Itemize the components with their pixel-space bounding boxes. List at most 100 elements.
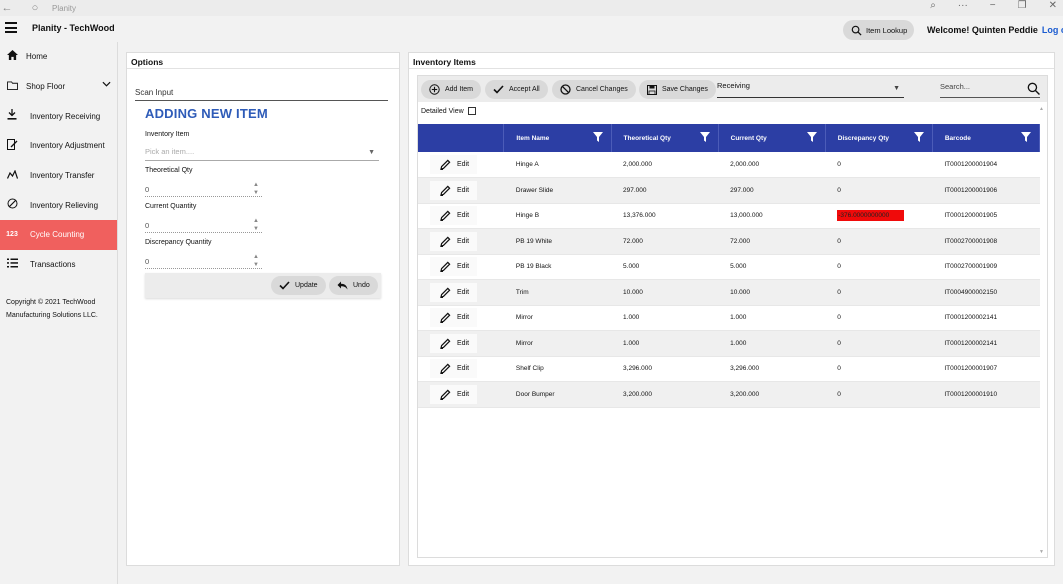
table-row[interactable]: Edit Drawer Slide 297.000 297.000 0 IT0001200… — [418, 177, 1040, 204]
cancel-icon — [560, 84, 571, 95]
adjust-icon — [0, 138, 24, 153]
scroll-down-icon[interactable]: ▼ — [1039, 549, 1044, 555]
barcode-cell: IT0001200001910 — [932, 381, 1040, 408]
inventory-item-select[interactable]: Pick an item.... ▼ — [145, 147, 379, 161]
sidebar-item-label: Inventory Transfer — [30, 171, 95, 181]
welcome-label: Welcome! Quinten Peddie — [927, 25, 1038, 35]
maximize-button[interactable]: ❐ — [1018, 0, 1027, 11]
table-row[interactable]: Edit Hinge A 2,000.000 2,000.000 0 IT00012000… — [418, 152, 1040, 178]
hamburger-menu-icon[interactable] — [5, 22, 17, 36]
accept-all-button[interactable]: Accept All — [485, 80, 548, 99]
discrepancy-quantity-stepper[interactable]: ▲ ▼ — [253, 253, 259, 269]
edit-button[interactable]: Edit — [430, 155, 478, 174]
filter-icon[interactable] — [1021, 132, 1031, 144]
pencil-icon — [440, 159, 451, 170]
update-button[interactable]: Update — [271, 276, 326, 295]
table-row[interactable]: Edit Trim 10.000 10.000 0 IT0004900002150 — [418, 279, 1040, 306]
column-header-theoretical-qty[interactable]: Theoretical Qty — [611, 124, 719, 152]
sidebar-item-transactions[interactable]: Transactions — [0, 250, 117, 280]
edit-button[interactable]: Edit — [430, 257, 478, 277]
logout-link[interactable]: Log out — [1042, 25, 1063, 35]
sidebar-item-inventory-receiving[interactable]: Inventory Receiving — [0, 101, 117, 131]
edit-label: Edit — [457, 314, 470, 322]
filter-icon[interactable] — [699, 132, 710, 144]
table-row[interactable]: Edit PB 19 Black 5.000 5.000 0 IT000270000190… — [418, 254, 1040, 280]
table-row[interactable]: Edit Shelf Clip 3,296.000 3,296.000 0 IT00012… — [418, 356, 1040, 382]
edit-button[interactable]: Edit — [430, 308, 478, 328]
sidebar-item-inventory-transfer[interactable]: Inventory Transfer — [0, 161, 117, 191]
detailed-view-checkbox[interactable] — [467, 107, 476, 115]
filter-icon[interactable] — [913, 132, 924, 144]
edit-button[interactable]: Edit — [430, 231, 478, 251]
sidebar-item-inventory-relieving[interactable]: Inventory Relieving — [0, 190, 117, 220]
sidebar-item-cycle-counting[interactable]: 123 Cycle Counting — [0, 220, 117, 250]
scroll-up-icon[interactable]: ▲ — [1039, 106, 1044, 112]
more-icon[interactable]: ··· — [958, 0, 968, 11]
discrepancy-qty-cell: 0 — [825, 177, 933, 204]
table-row[interactable]: Edit Door Bumper 3,200.000 3,200.000 0 IT0001… — [418, 381, 1040, 408]
cancel-changes-button[interactable]: Cancel Changes — [552, 80, 636, 99]
sidebar-item-home[interactable]: Home — [0, 42, 117, 72]
pencil-icon — [440, 312, 451, 324]
discrepancy-qty-cell: 0 — [825, 330, 933, 357]
sidebar-item-shop-floor[interactable]: Shop Floor — [0, 72, 117, 102]
chevron-down-icon: ▼ — [893, 85, 900, 92]
theoretical-qty-cell: 1.000 — [611, 330, 719, 357]
edit-label: Edit — [457, 390, 470, 398]
counter-icon: 123 — [6, 231, 18, 239]
edit-label: Edit — [457, 212, 470, 220]
theoretical-qty-field[interactable]: 0 — [145, 185, 262, 197]
theoretical-qty-stepper[interactable]: ▲ ▼ — [253, 181, 259, 197]
save-changes-button[interactable]: Save Changes — [639, 80, 716, 99]
current-quantity-field[interactable]: 0 — [145, 221, 262, 233]
column-header-edit — [418, 124, 505, 152]
chevron-down-icon[interactable] — [102, 80, 111, 89]
save-changes-label: Save Changes — [662, 86, 708, 93]
pencil-icon — [440, 210, 451, 222]
item-lookup-label: Item Lookup — [866, 25, 908, 35]
edit-button[interactable]: Edit — [430, 359, 478, 379]
filter-icon[interactable] — [806, 132, 817, 144]
discrepancy-qty-cell: 0 — [825, 279, 933, 306]
item-lookup-button[interactable]: Item Lookup — [843, 20, 914, 40]
theoretical-qty-cell: 5.000 — [611, 254, 719, 280]
close-button[interactable]: ✕ — [1049, 0, 1057, 11]
table-row[interactable]: Edit PB 19 White 72.000 72.000 0 IT0002700001… — [418, 228, 1040, 255]
chevron-down-icon: ▼ — [368, 149, 375, 156]
back-icon[interactable]: ← — [0, 2, 14, 14]
edit-button[interactable]: Edit — [430, 180, 478, 200]
column-header-discrepancy-qty[interactable]: Discrepancy Qty — [825, 124, 933, 152]
grid-toolbar: Add Item Accept All Cancel Changes Save … — [418, 76, 1047, 102]
column-header-barcode[interactable]: Barcode — [932, 124, 1041, 152]
column-header-item-name[interactable]: Item Name — [503, 124, 612, 152]
edit-label: Edit — [457, 263, 470, 271]
table-row[interactable]: Edit Mirror 1.000 1.000 0 IT0001200002141 — [418, 330, 1040, 357]
edit-button[interactable]: Edit — [430, 333, 478, 353]
search-icon[interactable] — [1027, 82, 1040, 95]
filter-icon[interactable] — [592, 132, 603, 144]
column-header-label: Item Name — [516, 134, 550, 142]
table-row[interactable]: Edit Hinge B 13,376.000 13,000.000 -376.0000… — [418, 203, 1040, 229]
refresh-icon[interactable]: ○ — [28, 2, 42, 14]
mode-select[interactable]: Receiving ▼ — [717, 81, 904, 98]
add-item-button[interactable]: Add Item — [421, 80, 482, 99]
shop-floor-icon — [0, 80, 24, 93]
current-quantity-stepper[interactable]: ▲ ▼ — [253, 217, 259, 233]
sidebar-item-inventory-adjustment[interactable]: Inventory Adjustment — [0, 131, 117, 161]
detailed-view-toggle[interactable]: Detailed View — [421, 107, 476, 115]
column-header-current-qty[interactable]: Current Qty — [718, 124, 826, 152]
edit-button[interactable]: Edit — [430, 206, 478, 226]
search-input[interactable]: Search... — [940, 82, 1040, 98]
mode-select-value: Receiving — [717, 81, 750, 90]
minimize-button[interactable]: − — [990, 0, 996, 11]
edit-button[interactable]: Edit — [430, 384, 478, 404]
scan-input[interactable]: Scan Input — [135, 85, 388, 101]
undo-button[interactable]: Undo — [329, 276, 378, 295]
discrepancy-quantity-field[interactable]: 0 — [145, 257, 262, 269]
options-panel: Options Scan Input ADDING NEW ITEM Inven… — [126, 52, 400, 566]
zoom-icon[interactable]: ⌕ — [930, 0, 936, 11]
current-qty-cell: 72.000 — [718, 228, 826, 255]
edit-button[interactable]: Edit — [430, 282, 478, 302]
table-row[interactable]: Edit Mirror 1.000 1.000 0 IT0001200002141 — [418, 305, 1040, 331]
home-icon — [0, 50, 24, 63]
